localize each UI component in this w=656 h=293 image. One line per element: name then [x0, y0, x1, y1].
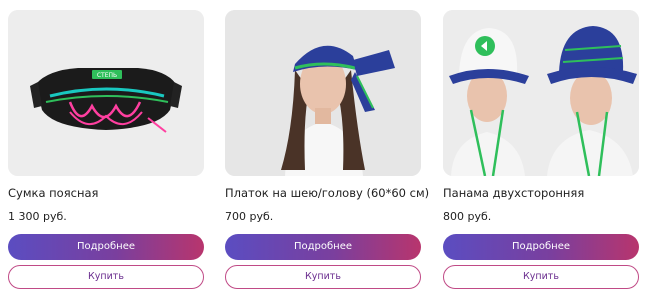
- product-name[interactable]: Сумка поясная: [8, 186, 204, 202]
- buy-button[interactable]: Купить: [8, 265, 204, 289]
- product-card: Платок на шею/голову (60*60 см) 700 руб.…: [225, 10, 429, 289]
- product-name[interactable]: Платок на шею/голову (60*60 см): [225, 186, 429, 202]
- product-price: 1 300 руб.: [8, 210, 67, 223]
- buy-button[interactable]: Купить: [443, 265, 639, 289]
- product-image-waist-bag[interactable]: СТЕПЬ: [8, 10, 204, 176]
- product-image-bucket-hat[interactable]: [443, 10, 639, 176]
- product-card: Панама двухсторонняя 800 руб. Подробнее …: [443, 10, 639, 289]
- waist-bag-illustration: СТЕПЬ: [8, 10, 204, 176]
- product-price: 700 руб.: [225, 210, 274, 223]
- bag-logo-text: СТЕПЬ: [97, 72, 117, 79]
- product-price: 800 руб.: [443, 210, 492, 223]
- bandana-model-illustration: [225, 10, 421, 176]
- details-button[interactable]: Подробнее: [8, 234, 204, 260]
- product-image-bandana[interactable]: [225, 10, 421, 176]
- buy-button[interactable]: Купить: [225, 265, 421, 289]
- details-button[interactable]: Подробнее: [443, 234, 639, 260]
- bucket-hat-models-illustration: [443, 10, 639, 176]
- product-name[interactable]: Панама двухсторонняя: [443, 186, 639, 202]
- product-card: СТЕПЬ Сумка поясная 1 300 руб. Подробнее…: [8, 10, 204, 289]
- details-button[interactable]: Подробнее: [225, 234, 421, 260]
- product-grid: СТЕПЬ Сумка поясная 1 300 руб. Подробнее…: [0, 0, 656, 293]
